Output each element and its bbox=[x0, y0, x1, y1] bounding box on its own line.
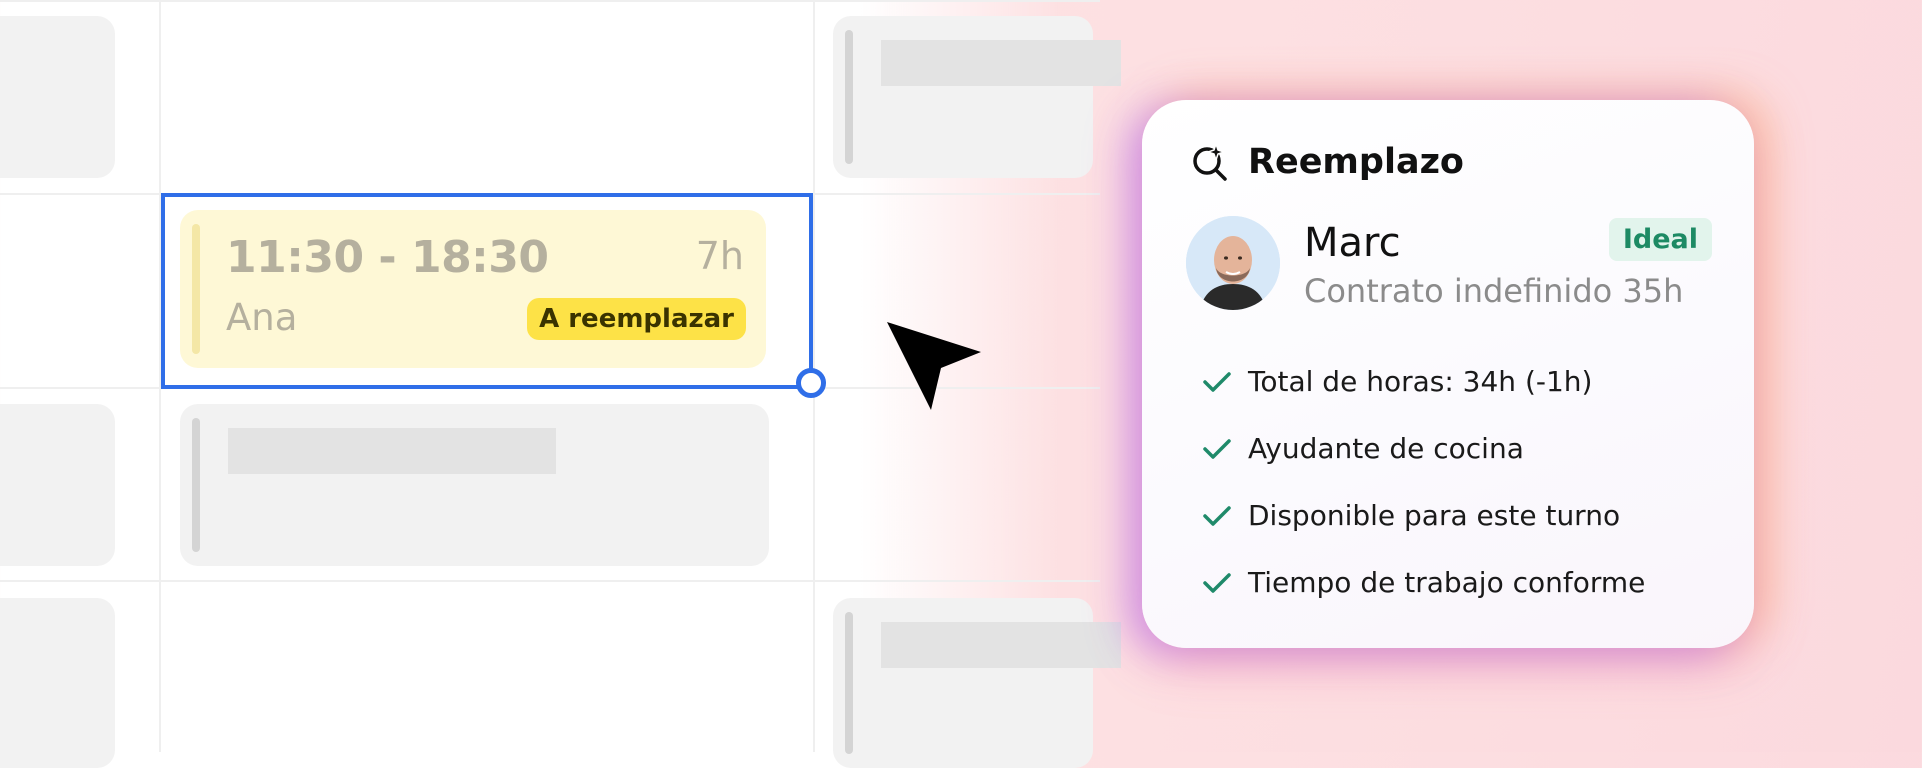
avatar bbox=[1186, 216, 1280, 310]
criteria-label: Disponible para este turno bbox=[1248, 499, 1621, 532]
check-icon bbox=[1203, 371, 1231, 392]
criteria-item: Tiempo de trabajo conforme bbox=[1202, 549, 1645, 616]
shift-placeholder[interactable] bbox=[0, 404, 115, 566]
replacement-card: Reemplazo Marc Contrato indefinido 35h I… bbox=[1142, 100, 1754, 648]
criteria-item: Total de horas: 34h (-1h) bbox=[1202, 348, 1645, 415]
candidate-name: Marc bbox=[1304, 220, 1401, 266]
criteria-label: Total de horas: 34h (-1h) bbox=[1248, 365, 1593, 398]
selection-outline bbox=[161, 193, 813, 389]
check-icon bbox=[1203, 572, 1231, 593]
search-sparkle-icon bbox=[1193, 142, 1227, 181]
shift-placeholder[interactable] bbox=[180, 404, 769, 566]
ideal-badge: Ideal bbox=[1608, 218, 1712, 261]
check-icon bbox=[1203, 505, 1231, 526]
card-title: Reemplazo bbox=[1248, 142, 1464, 182]
criteria-list: Total de horas: 34h (-1h) Ayudante de co… bbox=[1202, 348, 1645, 616]
criteria-label: Tiempo de trabajo conforme bbox=[1248, 566, 1646, 599]
grid-divider bbox=[0, 0, 1100, 2]
card-header: Reemplazo bbox=[1190, 142, 1464, 182]
criteria-item: Disponible para este turno bbox=[1202, 482, 1645, 549]
shift-placeholder[interactable] bbox=[0, 598, 115, 768]
shift-placeholder[interactable] bbox=[0, 16, 115, 178]
cursor-icon bbox=[887, 322, 981, 410]
check-icon bbox=[1203, 438, 1231, 459]
candidate-contract: Contrato indefinido 35h bbox=[1304, 272, 1684, 310]
resize-handle[interactable] bbox=[796, 368, 826, 398]
grid-divider bbox=[0, 580, 1100, 582]
shift-placeholder[interactable] bbox=[833, 598, 1121, 768]
criteria-item: Ayudante de cocina bbox=[1202, 415, 1645, 482]
criteria-label: Ayudante de cocina bbox=[1248, 432, 1524, 465]
shift-placeholder[interactable] bbox=[833, 16, 1121, 178]
